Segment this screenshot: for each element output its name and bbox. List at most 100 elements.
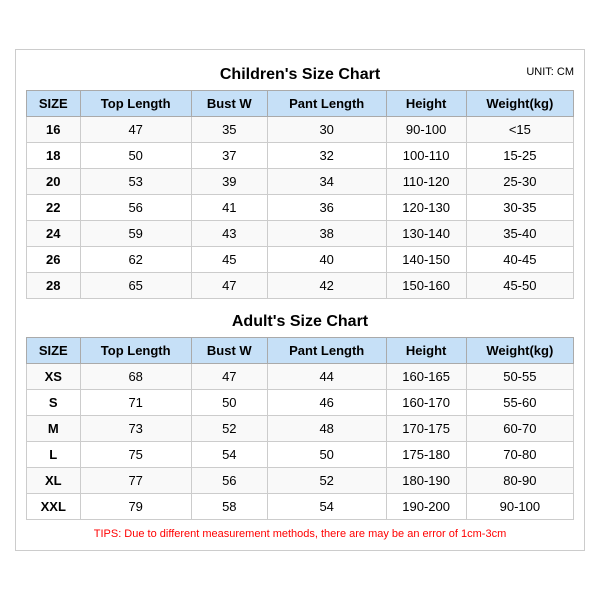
- children-table-row: 28654742150-16045-50: [27, 273, 574, 299]
- adult-cell: 56: [191, 468, 267, 494]
- children-cell: 40: [267, 247, 386, 273]
- children-cell: 56: [80, 195, 191, 221]
- adult-col-header-height: Height: [386, 338, 466, 364]
- children-cell: 36: [267, 195, 386, 221]
- children-cell: 26: [27, 247, 81, 273]
- children-cell: 25-30: [466, 169, 573, 195]
- col-header-top-length: Top Length: [80, 91, 191, 117]
- children-cell: 32: [267, 143, 386, 169]
- children-cell: 53: [80, 169, 191, 195]
- children-table-row: 26624540140-15040-45: [27, 247, 574, 273]
- adult-col-header-weight: Weight(kg): [466, 338, 573, 364]
- children-cell: 45-50: [466, 273, 573, 299]
- children-cell: 140-150: [386, 247, 466, 273]
- adult-cell: S: [27, 390, 81, 416]
- adult-cell: 180-190: [386, 468, 466, 494]
- children-cell: 50: [80, 143, 191, 169]
- adult-cell: 47: [191, 364, 267, 390]
- adult-table-row: L755450175-18070-80: [27, 442, 574, 468]
- adult-cell: 160-170: [386, 390, 466, 416]
- adult-cell: 50: [191, 390, 267, 416]
- children-cell: 59: [80, 221, 191, 247]
- adult-cell: 170-175: [386, 416, 466, 442]
- children-cell: 18: [27, 143, 81, 169]
- children-cell: 15-25: [466, 143, 573, 169]
- children-cell: 42: [267, 273, 386, 299]
- adult-cell: L: [27, 442, 81, 468]
- adult-cell: 71: [80, 390, 191, 416]
- children-cell: 100-110: [386, 143, 466, 169]
- children-cell: 24: [27, 221, 81, 247]
- children-cell: 38: [267, 221, 386, 247]
- adult-cell: 52: [267, 468, 386, 494]
- children-table-row: 20533934110-12025-30: [27, 169, 574, 195]
- children-cell: 30-35: [466, 195, 573, 221]
- children-cell: 20: [27, 169, 81, 195]
- adult-cell: 175-180: [386, 442, 466, 468]
- children-cell: 65: [80, 273, 191, 299]
- children-cell: 62: [80, 247, 191, 273]
- children-title-text: Children's Size Chart: [220, 66, 380, 83]
- children-cell: 37: [191, 143, 267, 169]
- children-cell: 120-130: [386, 195, 466, 221]
- children-cell: 35: [191, 117, 267, 143]
- children-cell: 39: [191, 169, 267, 195]
- adult-cell: 48: [267, 416, 386, 442]
- adult-cell: M: [27, 416, 81, 442]
- adult-col-header-pant-length: Pant Length: [267, 338, 386, 364]
- children-cell: 150-160: [386, 273, 466, 299]
- adult-section-title: Adult's Size Chart: [26, 307, 574, 333]
- adult-cell: 46: [267, 390, 386, 416]
- adult-cell: 54: [267, 494, 386, 520]
- unit-label: UNIT: CM: [526, 66, 574, 78]
- adult-table-row: M735248170-17560-70: [27, 416, 574, 442]
- adult-cell: 77: [80, 468, 191, 494]
- col-header-bust-w: Bust W: [191, 91, 267, 117]
- adult-col-header-size: SIZE: [27, 338, 81, 364]
- children-header-row: SIZE Top Length Bust W Pant Length Heigh…: [27, 91, 574, 117]
- adult-cell: 55-60: [466, 390, 573, 416]
- adult-cell: 75: [80, 442, 191, 468]
- adult-cell: XS: [27, 364, 81, 390]
- children-cell: 34: [267, 169, 386, 195]
- adult-table-row: XXL795854190-20090-100: [27, 494, 574, 520]
- col-header-pant-length: Pant Length: [267, 91, 386, 117]
- adult-table-row: XL775652180-19080-90: [27, 468, 574, 494]
- children-cell: 22: [27, 195, 81, 221]
- adult-cell: 54: [191, 442, 267, 468]
- adult-cell: 50: [267, 442, 386, 468]
- adult-size-table: SIZE Top Length Bust W Pant Length Heigh…: [26, 337, 574, 520]
- children-table-row: 24594338130-14035-40: [27, 221, 574, 247]
- adult-cell: 44: [267, 364, 386, 390]
- children-cell: <15: [466, 117, 573, 143]
- adult-cell: 80-90: [466, 468, 573, 494]
- children-cell: 90-100: [386, 117, 466, 143]
- chart-container: Children's Size Chart UNIT: CM SIZE Top …: [15, 49, 585, 551]
- children-cell: 40-45: [466, 247, 573, 273]
- children-cell: 130-140: [386, 221, 466, 247]
- col-header-weight: Weight(kg): [466, 91, 573, 117]
- children-cell: 28: [27, 273, 81, 299]
- tips-text: TIPS: Due to different measurement metho…: [26, 528, 574, 540]
- adult-cell: 68: [80, 364, 191, 390]
- children-cell: 47: [191, 273, 267, 299]
- adult-col-header-top-length: Top Length: [80, 338, 191, 364]
- adult-table-row: S715046160-17055-60: [27, 390, 574, 416]
- adult-table-row: XS684744160-16550-55: [27, 364, 574, 390]
- children-table-row: 18503732100-11015-25: [27, 143, 574, 169]
- children-size-table: SIZE Top Length Bust W Pant Length Heigh…: [26, 90, 574, 299]
- adult-header-row: SIZE Top Length Bust W Pant Length Heigh…: [27, 338, 574, 364]
- children-section-title: Children's Size Chart UNIT: CM: [26, 60, 574, 86]
- children-cell: 41: [191, 195, 267, 221]
- children-cell: 16: [27, 117, 81, 143]
- adult-cell: 50-55: [466, 364, 573, 390]
- adult-cell: XXL: [27, 494, 81, 520]
- adult-cell: 60-70: [466, 416, 573, 442]
- col-header-height: Height: [386, 91, 466, 117]
- children-cell: 30: [267, 117, 386, 143]
- adult-cell: 160-165: [386, 364, 466, 390]
- adult-cell: 190-200: [386, 494, 466, 520]
- adult-cell: 73: [80, 416, 191, 442]
- adult-title-text: Adult's Size Chart: [232, 313, 368, 330]
- adult-col-header-bust-w: Bust W: [191, 338, 267, 364]
